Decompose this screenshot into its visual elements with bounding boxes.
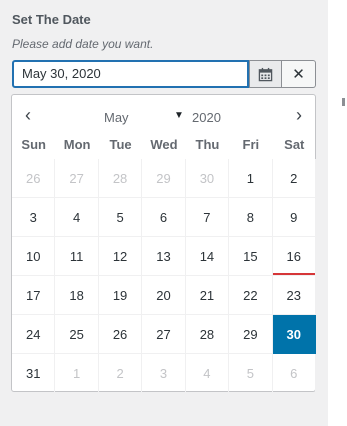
day-cell[interactable]: 9 [272, 198, 316, 237]
day-cell[interactable]: 28 [98, 159, 143, 198]
day-cell[interactable]: 27 [55, 159, 99, 198]
day-cell[interactable]: 1 [55, 354, 99, 393]
date-input[interactable]: May 30, 2020 [12, 60, 249, 88]
day-cell[interactable]: 4 [55, 198, 99, 237]
day-cell[interactable]: 29 [229, 315, 273, 354]
weekday-label: Wed [150, 137, 178, 152]
field-label: Set The Date [12, 12, 91, 27]
day-cell[interactable]: 26 [12, 159, 56, 198]
day-cell[interactable]: 13 [142, 237, 186, 276]
day-cell[interactable]: 28 [185, 315, 230, 354]
day-cell[interactable]: 14 [185, 237, 230, 276]
day-cell[interactable]: 1 [229, 159, 273, 198]
day-cell[interactable]: 29 [142, 159, 186, 198]
weekday-label: Mon [63, 137, 91, 152]
year-select[interactable]: 2020 [192, 110, 221, 125]
day-cell[interactable]: 12 [98, 237, 143, 276]
day-cell[interactable]: 22 [229, 276, 273, 315]
day-cell[interactable]: 7 [185, 198, 230, 237]
weekday-label: Sun [21, 137, 46, 152]
day-cell[interactable]: 31 [12, 354, 56, 393]
clear-button[interactable]: ✕ [282, 60, 316, 88]
calendar-button[interactable] [249, 60, 282, 88]
day-cell-selected[interactable]: 30 [272, 315, 316, 354]
day-cell[interactable]: 23 [272, 276, 316, 315]
day-cell[interactable]: 21 [185, 276, 230, 315]
day-cell[interactable]: 15 [229, 237, 273, 276]
day-cell-today[interactable]: 16 [272, 237, 316, 276]
day-cell[interactable]: 11 [55, 237, 99, 276]
close-icon: ✕ [292, 66, 305, 83]
day-cell[interactable]: 3 [142, 354, 186, 393]
resize-handle[interactable] [342, 98, 345, 106]
day-cell[interactable]: 26 [98, 315, 143, 354]
day-cell[interactable]: 6 [272, 354, 316, 393]
day-cell[interactable]: 27 [142, 315, 186, 354]
weekday-header: Sun Mon Tue Wed Thu Fri Sat [12, 135, 316, 155]
day-cell[interactable]: 4 [185, 354, 230, 393]
day-cell[interactable]: 5 [229, 354, 273, 393]
day-cell[interactable]: 19 [98, 276, 143, 315]
field-description: Please add date you want. [12, 37, 154, 51]
chevron-left-icon[interactable]: ‹ [25, 105, 31, 126]
day-cell[interactable]: 6 [142, 198, 186, 237]
day-cell[interactable]: 2 [272, 159, 316, 198]
day-cell[interactable]: 3 [12, 198, 56, 237]
weekday-label: Thu [195, 137, 220, 152]
day-cell[interactable]: 8 [229, 198, 273, 237]
day-cell[interactable]: 20 [142, 276, 186, 315]
datepicker-popup: ‹ › May ▼ 2020 Sun Mon Tue Wed Thu Fri S… [11, 94, 316, 393]
weekday-label: Tue [109, 137, 132, 152]
day-cell[interactable]: 2 [98, 354, 143, 393]
day-cell[interactable]: 25 [55, 315, 99, 354]
day-cell[interactable]: 24 [12, 315, 56, 354]
calendar-icon [258, 67, 273, 81]
right-panel-edge [328, 0, 347, 426]
chevron-right-icon[interactable]: › [296, 105, 302, 126]
day-cell[interactable]: 18 [55, 276, 99, 315]
weekday-label: Sat [284, 137, 305, 152]
day-cell[interactable]: 17 [12, 276, 56, 315]
weekday-label: Fri [242, 137, 260, 152]
day-cell[interactable]: 10 [12, 237, 56, 276]
day-cell[interactable]: 30 [185, 159, 230, 198]
day-cell[interactable]: 5 [98, 198, 143, 237]
day-grid: 26 27 28 29 30 1 2 3 4 5 6 7 8 9 10 11 12 13 14 15 16 17 18 19 2… [12, 159, 316, 393]
caret-down-icon[interactable]: ▼ [174, 110, 184, 121]
